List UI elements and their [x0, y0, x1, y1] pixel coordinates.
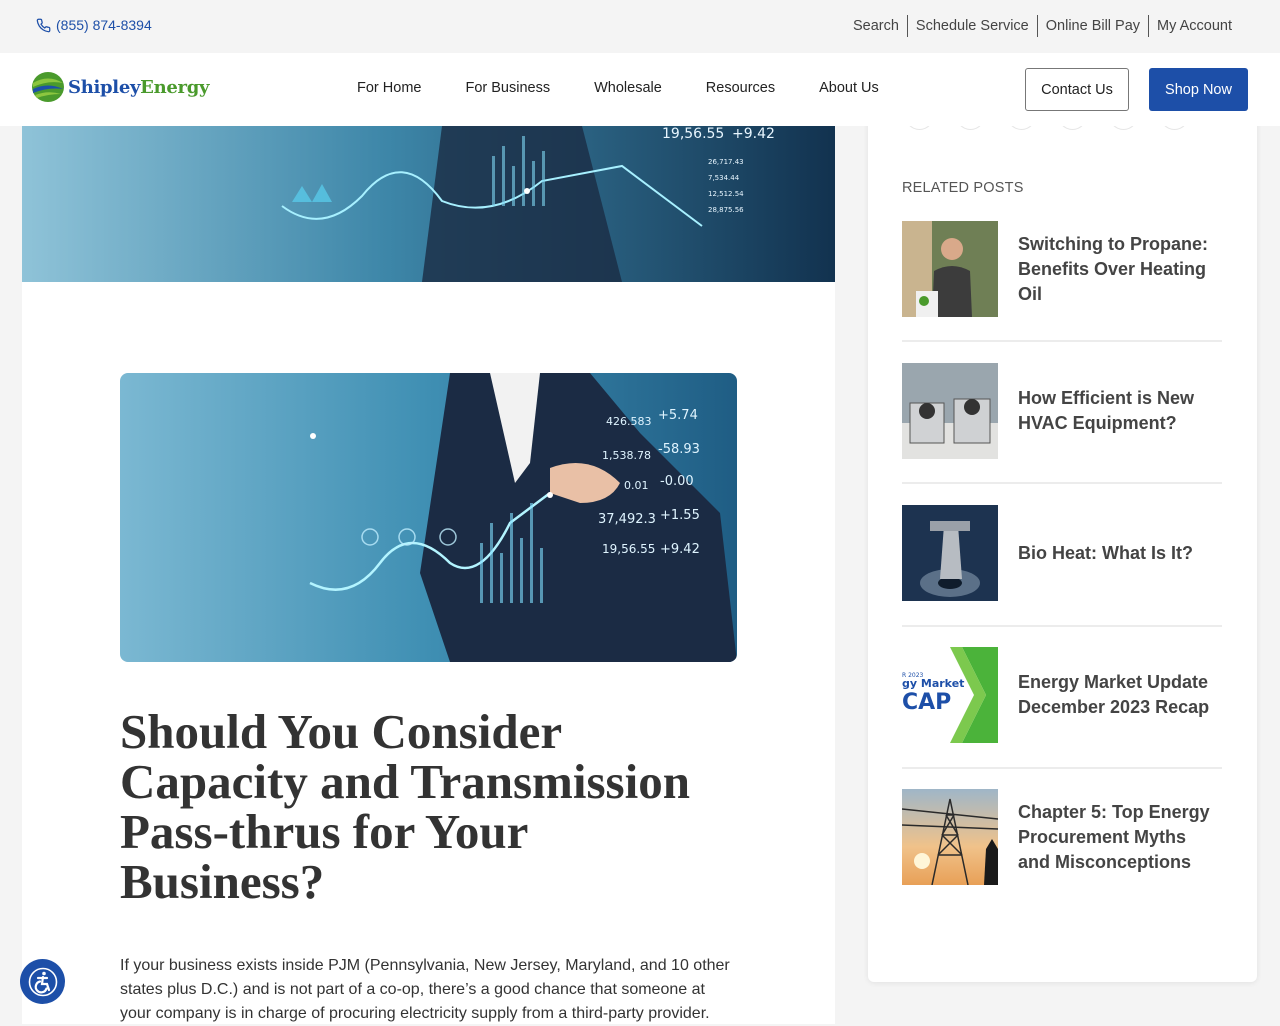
online-bill-pay-link[interactable]: Online Bill Pay [1038, 15, 1148, 37]
shipley-energy-logo[interactable]: ShipleyEnergy [31, 70, 209, 104]
hero-figure-10: +9.42 [660, 542, 700, 557]
phone-number: (855) 874-8394 [56, 17, 152, 33]
search-link[interactable]: Search [845, 15, 907, 37]
nav-item-for-business[interactable]: For Business [465, 80, 550, 96]
related-post[interactable]: Chapter 5: Top Energy Procurement Myths … [902, 789, 1222, 885]
related-posts-heading: RELATED POSTS [902, 180, 1024, 196]
divider [902, 340, 1222, 342]
post-thumbnail[interactable] [902, 789, 998, 885]
hero-figure-6: -0.00 [660, 474, 694, 489]
hero-figure-1: 426.583 [606, 415, 652, 428]
utility-links: Search Schedule Service Online Bill Pay … [845, 15, 1240, 37]
related-post[interactable]: Switching to Propane: Benefits Over Heat… [902, 221, 1222, 317]
related-post[interactable]: How Efficient is New HVAC Equipment? [902, 363, 1222, 459]
post-title[interactable]: How Efficient is New HVAC Equipment? [1018, 363, 1218, 459]
related-post[interactable]: R 2023 gy Market CAP Energy Market Updat… [902, 647, 1222, 743]
schedule-service-link[interactable]: Schedule Service [908, 15, 1037, 37]
post-thumbnail[interactable]: R 2023 gy Market CAP [902, 647, 998, 743]
main-navigation: ShipleyEnergy For Home For Business Whol… [0, 53, 1280, 126]
hero-top-figure-6: 28,875.56 [708, 206, 744, 214]
post-thumbnail[interactable] [902, 505, 998, 601]
post-thumbnail[interactable] [902, 221, 998, 317]
nav-menu: For Home For Business Wholesale Resource… [357, 80, 923, 96]
post-title[interactable]: Chapter 5: Top Energy Procurement Myths … [1018, 789, 1218, 885]
hero-top-figure-5: 12,512.54 [708, 190, 744, 198]
logo-mark-icon [32, 72, 64, 102]
nav-item-about-us[interactable]: About Us [819, 80, 879, 96]
hero-figure-2: +5.74 [658, 408, 698, 423]
nav-item-resources[interactable]: Resources [706, 80, 775, 96]
accessibility-icon [28, 967, 57, 996]
related-post[interactable]: Bio Heat: What Is It? [902, 505, 1222, 601]
hero-top-figure-3: 26,717.43 [708, 158, 744, 166]
hero-figure-8: +1.55 [660, 508, 700, 523]
post-title[interactable]: Energy Market Update December 2023 Recap [1018, 647, 1218, 743]
thumb-text: gy Market [902, 677, 964, 690]
featured-image-top: 19,56.55 +9.42 26,717.43 7,534.44 12,512… [22, 126, 835, 282]
article-hero-image: 426.583 +5.74 1,538.78 -58.93 0.01 -0.00… [120, 373, 737, 662]
hero-top-figure-4: 7,534.44 [708, 174, 740, 182]
nav-item-wholesale[interactable]: Wholesale [594, 80, 662, 96]
my-account-link[interactable]: My Account [1149, 15, 1240, 37]
utility-bar: (855) 874-8394 Search Schedule Service O… [0, 0, 1280, 53]
contact-us-button[interactable]: Contact Us [1025, 68, 1129, 111]
hero-figure-9: 19,56.55 [602, 542, 655, 556]
accessibility-button[interactable] [20, 959, 65, 1004]
post-thumbnail[interactable] [902, 363, 998, 459]
article-intro: If your business exists inside PJM (Penn… [120, 957, 730, 1022]
hero-figure-3: 1,538.78 [602, 449, 651, 462]
hero-figure-5: 0.01 [624, 479, 649, 492]
divider [902, 482, 1222, 484]
post-title[interactable]: Bio Heat: What Is It? [1018, 505, 1218, 601]
post-title[interactable]: Switching to Propane: Benefits Over Heat… [1018, 221, 1218, 317]
hero-figure-4: -58.93 [658, 442, 700, 457]
shop-now-button[interactable]: Shop Now [1149, 68, 1248, 111]
logo-text: ShipleyEnergy [68, 76, 210, 98]
divider [902, 625, 1222, 627]
nav-item-for-home[interactable]: For Home [357, 80, 421, 96]
phone-icon [36, 18, 51, 32]
hero-figure-7: 37,492.3 [598, 512, 656, 527]
phone-link[interactable]: (855) 874-8394 [36, 17, 152, 33]
hero-top-figure-1: 19,56.55 [662, 126, 724, 142]
hero-top-figure-2: +9.42 [732, 126, 775, 142]
article-title: Should You Consider Capacity and Transmi… [120, 704, 690, 909]
divider [902, 767, 1222, 769]
thumb-recap: CAP [902, 690, 951, 715]
